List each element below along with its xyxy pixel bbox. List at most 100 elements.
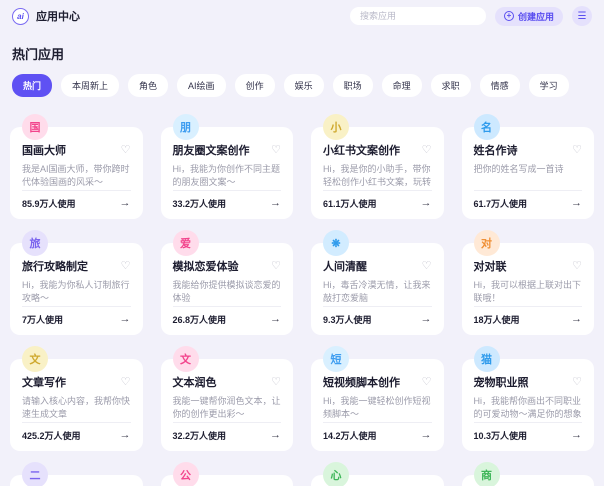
- app-card[interactable]: 朋朋友圈文案创作 ♡ Hi，我能为你创作不同主题的朋友圈文案～ 33.2万人使用 →: [160, 114, 293, 219]
- app-description: Hi，我可以根据上联对出下联哦！: [473, 280, 582, 303]
- tab-category-3[interactable]: AI绘画: [177, 74, 226, 97]
- app-avatar-icon: 对: [473, 230, 500, 256]
- heart-favorite-icon[interactable]: ♡: [271, 376, 281, 388]
- tab-category-5[interactable]: 娱乐: [283, 74, 324, 97]
- app-title: 姓名作诗: [473, 145, 518, 157]
- heart-favorite-icon[interactable]: ♡: [572, 144, 582, 156]
- page-title: 应用中心: [36, 11, 80, 23]
- app-avatar-icon: 二: [22, 462, 48, 486]
- heart-favorite-icon[interactable]: ♡: [271, 260, 281, 272]
- app-cards-grid: 国国画大师 ♡ 我是AI国画大师，带你跨时代体验国画的风采～ 85.9万人使用 → 朋朋友…: [10, 114, 594, 486]
- card-header: 宠物职业照 ♡: [474, 374, 583, 390]
- tab-category-0[interactable]: 热门: [12, 74, 53, 97]
- arrow-right-icon[interactable]: →: [120, 430, 131, 441]
- app-avatar-icon: 短: [323, 346, 349, 372]
- plus-circle-icon: +: [503, 11, 514, 21]
- app-description: Hi，我能为你私人订制旅行攻略～: [22, 280, 130, 303]
- tab-category-9[interactable]: 情感: [479, 74, 520, 97]
- app-card[interactable]: 名姓名作诗 ♡ 把你的姓名写成一首诗 61.7万人使用 →: [461, 114, 594, 219]
- app-avatar-icon: 文: [172, 346, 199, 372]
- arrow-right-icon[interactable]: →: [120, 314, 131, 325]
- arrow-right-icon[interactable]: →: [571, 314, 582, 325]
- card-header: 国画大师 ♡: [22, 142, 131, 158]
- app-card[interactable]: 文文本润色 ♡ 我能一键帮你润色文本，让你的创作更出彩～ 32.2万人使用 →: [160, 346, 293, 451]
- card-header: 文本润色 ♡: [173, 374, 282, 390]
- app-description: Hi，我能一键轻松创作短视频脚本～: [323, 396, 431, 419]
- hamburger-icon: ☰: [577, 10, 587, 22]
- arrow-right-icon[interactable]: →: [421, 314, 432, 325]
- card-footer: 7万人使用 →: [22, 306, 131, 326]
- app-card[interactable]: ❋ 人间清醒 ♡ Hi，毒舌冷漠无情，让我来敲打恋爱脑 9.3万人使用 →: [311, 230, 444, 335]
- tab-category-6[interactable]: 职场: [332, 74, 373, 97]
- heart-favorite-icon[interactable]: ♡: [121, 260, 131, 272]
- arrow-right-icon[interactable]: →: [120, 198, 131, 209]
- app-title: 对对联: [473, 261, 507, 273]
- app-description: 我是AI国画大师，带你跨时代体验国画的风采～: [22, 164, 130, 187]
- app-avatar-icon: 猫: [473, 346, 500, 372]
- tab-category-10[interactable]: 学习: [528, 74, 569, 97]
- heart-favorite-icon[interactable]: ♡: [572, 376, 582, 388]
- heart-favorite-icon[interactable]: ♡: [422, 260, 432, 272]
- card-header: 模拟恋爱体验 ♡: [173, 258, 282, 274]
- heart-favorite-icon[interactable]: ♡: [572, 260, 582, 272]
- card-header: 文章写作 ♡: [22, 374, 131, 390]
- card-footer: 32.2万人使用 →: [172, 422, 281, 442]
- tab-category-2[interactable]: 角色: [128, 74, 169, 97]
- app-avatar-icon: 小: [323, 114, 349, 140]
- heart-favorite-icon[interactable]: ♡: [271, 144, 281, 156]
- app-card[interactable]: 对对对联 ♡ Hi，我可以根据上联对出下联哦！ 18万人使用 →: [461, 230, 594, 335]
- app-card[interactable]: 文文章写作 ♡ 请输入核心内容，我帮你快速生成文章 425.2万人使用 →: [10, 346, 143, 451]
- card-header: 旅行攻略制定 ♡: [22, 258, 131, 274]
- tab-category-7[interactable]: 命理: [381, 74, 422, 97]
- heart-favorite-icon[interactable]: ♡: [121, 376, 131, 388]
- heart-favorite-icon[interactable]: ♡: [422, 144, 432, 156]
- card-footer: 33.2万人使用 →: [172, 190, 281, 210]
- arrow-right-icon[interactable]: →: [421, 430, 432, 441]
- app-card[interactable]: 爱模拟恋爱体验 ♡ 我能给你提供模拟谈恋爱的体验 26.8万人使用 →: [160, 230, 293, 335]
- arrow-right-icon[interactable]: →: [571, 430, 582, 441]
- usage-count: 9.3万人使用: [323, 315, 372, 325]
- app-logo-icon: ai: [12, 7, 29, 25]
- search-input[interactable]: [349, 7, 486, 25]
- app-card[interactable]: 商商品促销文案♡→: [461, 462, 594, 486]
- app-title: 短视频脚本创作: [323, 377, 400, 389]
- app-card[interactable]: 公公文小助手♡→: [160, 462, 293, 486]
- usage-count: 26.8万人使用: [172, 315, 227, 325]
- arrow-right-icon[interactable]: →: [270, 430, 281, 441]
- usage-count: 10.3万人使用: [473, 431, 528, 441]
- top-bar: ai 应用中心 + 创建应用 ☰: [0, 0, 604, 30]
- app-description: Hi，我能为你创作不同主题的朋友圈文案～: [172, 164, 281, 187]
- tab-category-8[interactable]: 求职: [430, 74, 471, 97]
- arrow-right-icon[interactable]: →: [270, 314, 281, 325]
- heart-favorite-icon[interactable]: ♡: [422, 376, 432, 388]
- tab-category-1[interactable]: 本周新上: [61, 74, 120, 97]
- app-card[interactable]: 短短视频脚本创作 ♡ Hi，我能一键轻松创作短视频脚本～ 14.2万人使用 →: [311, 346, 444, 451]
- app-card[interactable]: 二二次元人物创作♡→: [10, 462, 143, 486]
- app-description: 我能一键帮你润色文本，让你的创作更出彩～: [172, 396, 281, 419]
- menu-button[interactable]: ☰: [572, 6, 592, 26]
- app-title: 文章写作: [22, 377, 66, 389]
- arrow-right-icon[interactable]: →: [270, 198, 281, 209]
- card-header: 姓名作诗 ♡: [474, 142, 583, 158]
- card-header: 短视频脚本创作 ♡: [323, 374, 432, 390]
- app-card[interactable]: 旅旅行攻略制定 ♡ Hi，我能为你私人订制旅行攻略～ 7万人使用 →: [10, 230, 143, 335]
- usage-count: 33.2万人使用: [172, 199, 227, 209]
- app-card[interactable]: 小小红书文案创作 ♡ Hi，我是你的小助手，带你轻松创作小红书文案，玩转小红书社区～…: [311, 114, 444, 219]
- app-description: 请输入核心内容，我帮你快速生成文章: [22, 396, 131, 419]
- app-description: Hi，我是你的小助手，带你轻松创作小红书文案，玩转小红书社区～: [323, 164, 432, 187]
- card-header: 对对联 ♡: [474, 258, 583, 274]
- card-footer: 26.8万人使用 →: [172, 306, 281, 326]
- app-avatar-icon: 公: [172, 462, 199, 486]
- app-title: 文本润色: [172, 377, 217, 389]
- app-card[interactable]: 猫宠物职业照 ♡ Hi，我能帮你画出不同职业的可爱动物～满足你的想象力！ 10.3万人…: [461, 346, 594, 451]
- heart-favorite-icon[interactable]: ♡: [121, 144, 131, 156]
- app-card[interactable]: 心心得体会♡→: [311, 462, 444, 486]
- arrow-right-icon[interactable]: →: [571, 198, 582, 209]
- arrow-right-icon[interactable]: →: [421, 198, 432, 209]
- app-avatar-icon: 国: [22, 114, 48, 140]
- app-title: 模拟恋爱体验: [172, 261, 239, 273]
- app-card[interactable]: 国国画大师 ♡ 我是AI国画大师，带你跨时代体验国画的风采～ 85.9万人使用 →: [10, 114, 143, 219]
- app-description: 把你的姓名写成一首诗: [473, 164, 564, 174]
- create-app-button[interactable]: + 创建应用: [494, 6, 563, 26]
- tab-category-4[interactable]: 创作: [234, 74, 275, 97]
